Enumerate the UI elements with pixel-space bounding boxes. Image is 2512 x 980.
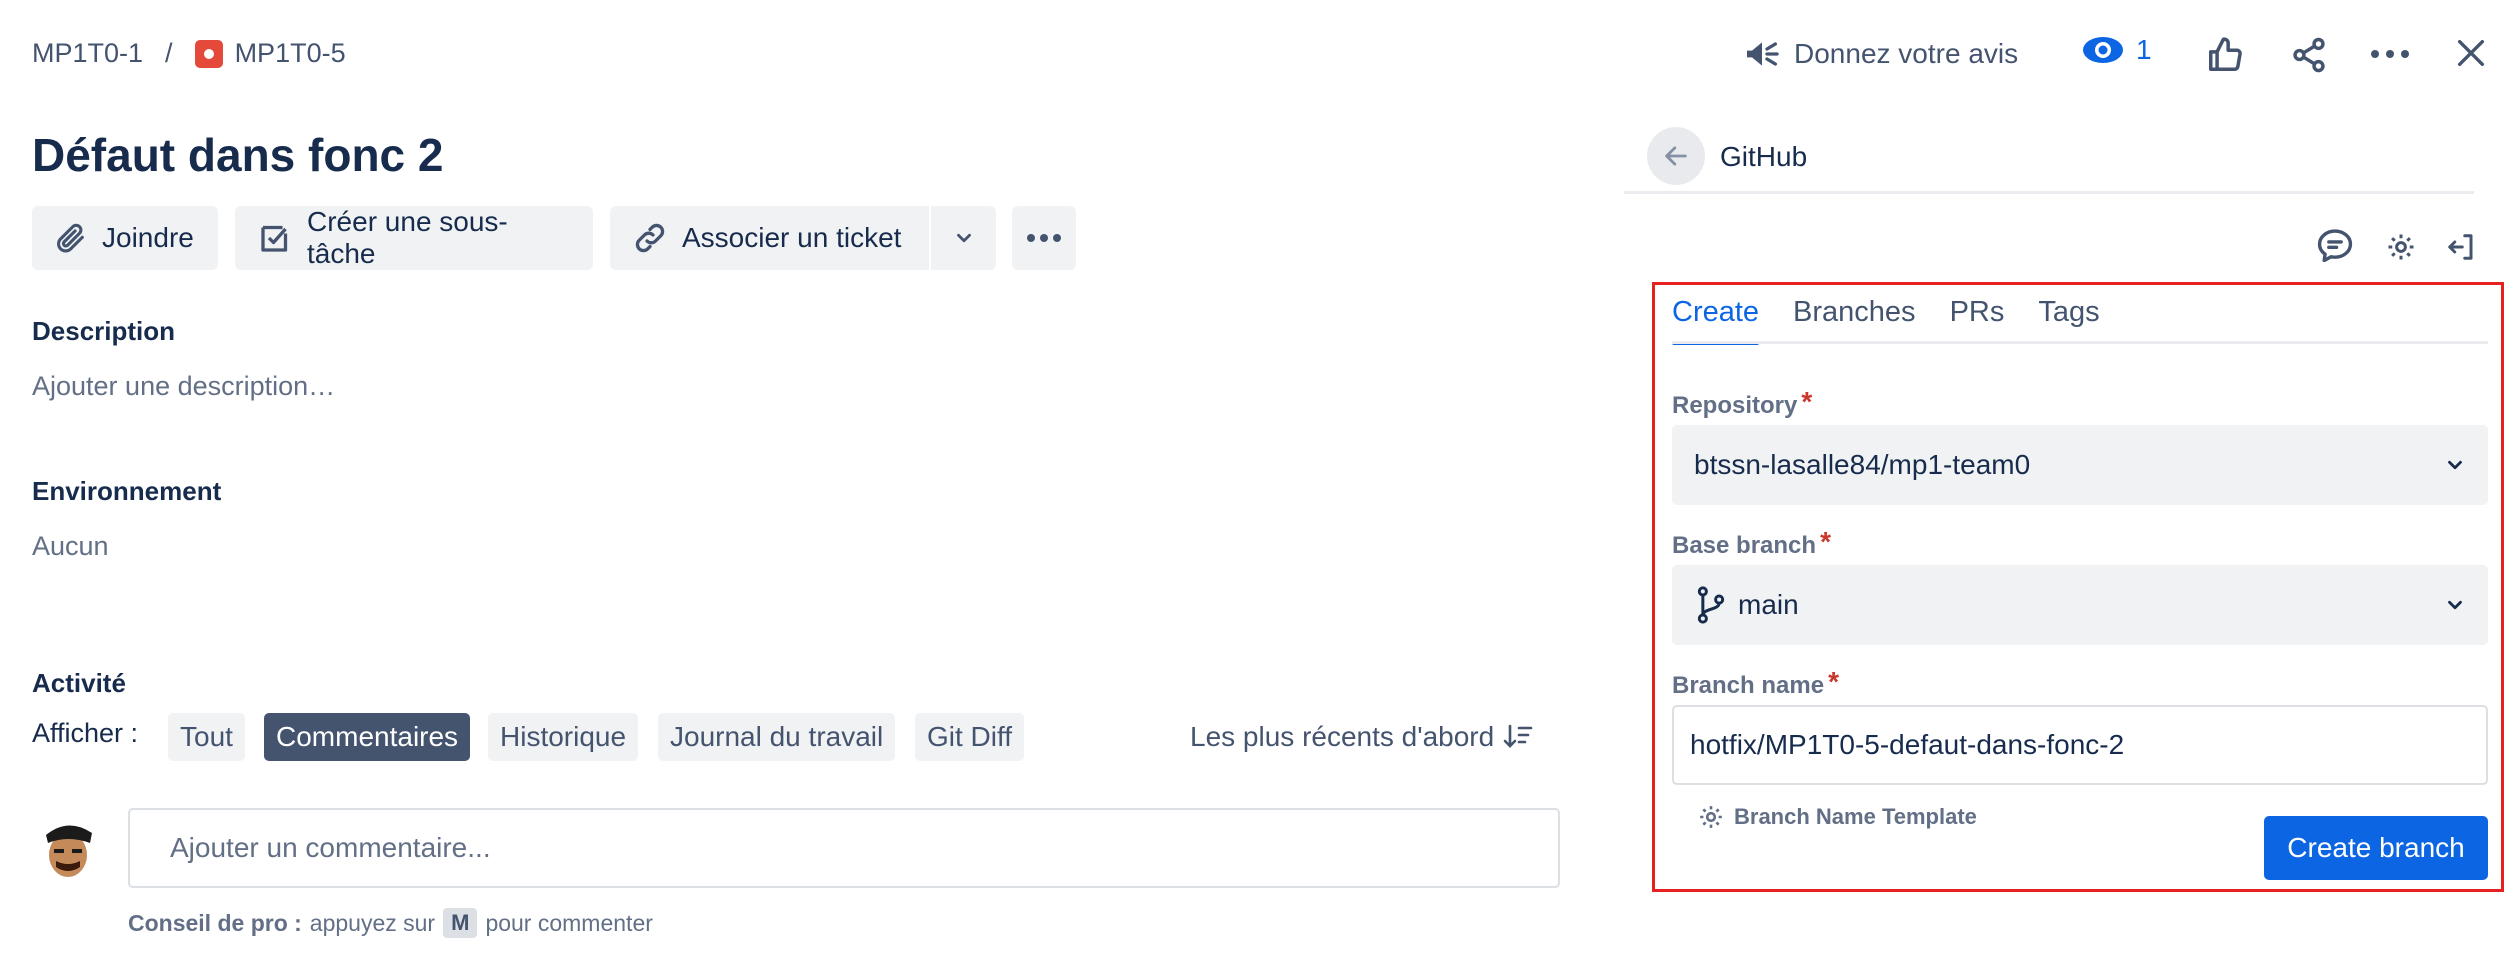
pro-tip: Conseil de pro : appuyez sur M pour comm… (128, 908, 653, 938)
pro-tip-text: appuyez sur (309, 909, 436, 936)
tab-tags[interactable]: Tags (2038, 296, 2099, 329)
close-icon (2454, 36, 2488, 70)
filter-history[interactable]: Historique (488, 713, 639, 761)
share-button[interactable] (2290, 36, 2328, 74)
base-branch-value-wrap: main (1694, 586, 1799, 624)
paperclip-icon (54, 221, 88, 255)
chat-icon (2316, 228, 2354, 262)
sort-desc-icon (1502, 723, 1534, 751)
filter-worklog[interactable]: Journal du travail (658, 713, 896, 761)
required-marker: * (1801, 386, 1813, 417)
tab-prs[interactable]: PRs (1950, 296, 2005, 329)
sort-label: Les plus récents d'abord (1190, 721, 1495, 752)
git-branch-icon (1694, 586, 1728, 624)
more-icon (1026, 233, 1062, 243)
github-panel-title: GitHub (1720, 141, 1808, 172)
arrow-left-icon (1662, 142, 1690, 170)
repository-label-text: Repository (1672, 392, 1798, 419)
link-issue-dropdown[interactable] (931, 206, 996, 270)
tab-branches[interactable]: Branches (1793, 296, 1916, 329)
required-marker: * (1820, 526, 1831, 557)
subtask-icon (257, 220, 293, 256)
branch-name-input[interactable]: hotfix/MP1T0-5-defaut-dans-fonc-2 (1672, 705, 2488, 785)
link-issue-button[interactable]: Associer un ticket (610, 206, 929, 270)
repository-value: btssn-lasalle84/mp1-team0 (1694, 449, 2031, 480)
branch-name-label: Branch name * (1672, 666, 1839, 700)
branch-name-label-text: Branch name (1672, 672, 1825, 699)
environment-value[interactable]: Aucun (32, 531, 109, 562)
settings-button[interactable] (2386, 232, 2416, 262)
feedback-button[interactable]: Donnez votre avis (1742, 34, 2018, 74)
shortcut-key: M (443, 908, 478, 938)
environment-label: Environnement (32, 476, 222, 506)
vote-button[interactable] (2206, 36, 2244, 74)
base-branch-label-text: Base branch (1672, 532, 1817, 559)
avatar[interactable] (36, 815, 100, 879)
page-title[interactable]: Défaut dans fonc 2 (32, 128, 444, 182)
branch-template-link[interactable]: Branch Name Template (1698, 804, 1977, 830)
base-branch-value: main (1738, 589, 1799, 620)
required-marker: * (1828, 666, 1839, 697)
watchers-button[interactable]: 1 (2082, 34, 2152, 66)
repository-label: Repository * (1672, 386, 1813, 420)
back-button[interactable] (1647, 127, 1705, 185)
description-label: Description (32, 316, 176, 346)
branch-template-label: Branch Name Template (1734, 804, 1977, 829)
sign-out-button[interactable] (2446, 232, 2476, 262)
breadcrumb: MP1T0-1 / MP1T0-5 (32, 38, 346, 69)
panel-divider (1624, 191, 2474, 194)
description-field[interactable]: Ajouter une description… (32, 371, 335, 402)
logout-icon (2446, 232, 2476, 262)
breadcrumb-current-link[interactable]: MP1T0-5 (235, 38, 346, 69)
show-label: Afficher : (32, 718, 139, 748)
link-icon (632, 220, 668, 256)
repository-select[interactable]: btssn-lasalle84/mp1-team0 (1672, 425, 2488, 505)
bug-icon (194, 39, 223, 68)
subtask-label: Créer une sous-tâche (307, 206, 508, 269)
breadcrumb-parent-link[interactable]: MP1T0-1 (32, 38, 143, 69)
more-horizontal-icon (2370, 49, 2410, 59)
chevron-down-icon (953, 227, 975, 249)
share-icon (2290, 36, 2328, 74)
comment-feedback-button[interactable] (2316, 228, 2354, 262)
sort-toggle[interactable]: Les plus récents d'abord (1190, 721, 1534, 753)
more-header-button[interactable] (2370, 49, 2410, 59)
base-branch-select[interactable]: main (1672, 565, 2488, 645)
more-actions-button[interactable] (1012, 206, 1076, 270)
comment-input[interactable]: Ajouter un commentaire... (128, 808, 1560, 888)
create-branch-button[interactable]: Create branch (2264, 816, 2488, 880)
tab-create[interactable]: Create (1672, 296, 1760, 345)
megaphone-icon (1742, 34, 1782, 74)
create-subtask-button[interactable]: Créer une sous-tâche (235, 206, 593, 270)
close-button[interactable] (2454, 36, 2488, 70)
activity-label: Activité (32, 668, 126, 698)
watchers-count: 1 (2136, 34, 2152, 65)
pro-tip-suffix: pour commenter (485, 909, 653, 936)
filter-all[interactable]: Tout (168, 713, 245, 761)
filter-git-diff[interactable]: Git Diff (915, 713, 1025, 761)
thumbs-up-icon (2206, 36, 2244, 74)
github-tabs: Create Branches PRs Tags (1672, 296, 2100, 345)
tabs-divider (1672, 341, 2488, 344)
eye-icon (2082, 34, 2124, 66)
chevron-down-icon (2444, 594, 2466, 616)
breadcrumb-separator: / (165, 38, 173, 68)
filter-comments[interactable]: Commentaires (264, 713, 471, 761)
attach-label: Joindre (102, 222, 194, 253)
gear-icon (2386, 232, 2416, 262)
feedback-label: Donnez votre avis (1794, 38, 2019, 69)
chevron-down-icon (2444, 454, 2466, 476)
link-issue-label: Associer un ticket (682, 222, 902, 253)
attach-button[interactable]: Joindre (32, 206, 218, 270)
gear-icon (1698, 804, 1724, 830)
base-branch-label: Base branch * (1672, 526, 1831, 560)
pro-tip-prefix: Conseil de pro : (128, 909, 302, 936)
